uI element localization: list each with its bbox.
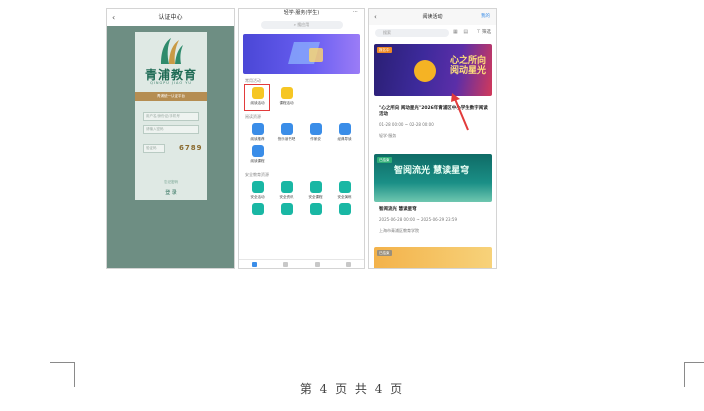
classic-guide-label: 经典导读	[337, 137, 352, 141]
course-activity-label: 课程活动	[279, 101, 294, 105]
activity-banner-2[interactable]: 已结束 智阅流光 慧读星穹	[374, 154, 492, 202]
reading-recommend-entry[interactable]: 阅读推荐	[243, 120, 272, 142]
safety-activity-entry[interactable]: 安全活动	[243, 178, 272, 200]
book-icon	[251, 123, 264, 135]
filter-icon: ⊤	[476, 30, 481, 35]
activity-banner-3[interactable]: 已结束	[374, 247, 492, 268]
services-search-placeholder: 搜应用	[297, 22, 310, 27]
activities-title: 阅读活动	[422, 14, 443, 20]
safety-grid: 安全活动 安全资讯 安全课程 安全演练	[239, 178, 364, 200]
login-screen: ‹ 认证中心 青浦教育 QINGPU JIAO YU 青浦统一认证平台 用户名/…	[106, 8, 235, 269]
safety-more-entry-3[interactable]	[301, 200, 330, 215]
course-activity-entry[interactable]: 课程活动	[272, 84, 301, 106]
status-badge: 报名中	[377, 47, 392, 53]
login-card: 青浦教育 QINGPU JIAO YU 青浦统一认证平台 用户名/身份证/手机号…	[135, 32, 207, 200]
settings-icon	[338, 203, 351, 215]
status-badge: 已结束	[377, 250, 392, 256]
services-screen: 轻学·服务(学生) ⋯ ⌕ 搜应用 常用活动 阅读活动 课程活动 阅读资源 阅读…	[238, 8, 365, 269]
reading-course-entry[interactable]: 阅读课程	[243, 142, 272, 164]
captcha-image[interactable]: 6789	[179, 144, 202, 152]
author-talk-label: 作家说	[310, 137, 321, 141]
login-background: 青浦教育 QINGPU JIAO YU 青浦统一认证平台 用户名/身份证/手机号…	[107, 26, 234, 268]
runner-icon	[309, 181, 322, 193]
happy-reading-entry[interactable]: 快乐读书吧	[272, 120, 301, 142]
activity-date: 01-28 00:00 ~ 02-28 00:00	[379, 122, 434, 127]
login-button[interactable]: 登 录	[135, 189, 207, 196]
safety-more-entry-4[interactable]	[330, 200, 359, 215]
username-input[interactable]: 用户名/身份证/手机号	[143, 112, 199, 121]
activities-search-input[interactable]: 搜索	[375, 29, 449, 37]
news-icon	[280, 181, 293, 193]
brand-pinyin: QINGPU JIAO YU	[150, 81, 192, 85]
more-icon[interactable]: ⋯	[353, 9, 358, 16]
phone-icon	[309, 203, 322, 215]
highlight-box	[244, 84, 270, 111]
login-title: 认证中心	[158, 14, 183, 21]
view-toggle-icons[interactable]: ▦ ▤	[453, 29, 470, 35]
forgot-password-link[interactable]: 忘记密码	[135, 180, 207, 185]
tab-message-icon[interactable]	[283, 261, 289, 267]
folder-icon	[251, 203, 264, 215]
activity-title[interactable]: "心之所向 阅动星光"2026年青浦区中小学生数字阅读活动	[379, 106, 491, 118]
filter-label: 筛选	[482, 30, 491, 35]
reading-activity-entry[interactable]: 阅读活动	[243, 84, 272, 111]
moon-icon	[414, 60, 436, 82]
qingpu-logo-icon	[161, 38, 183, 64]
mine-link[interactable]: 我的	[481, 9, 490, 25]
activity-banner-text: 心之所向 阅动星光	[449, 56, 486, 76]
safety-news-entry[interactable]: 安全资讯	[272, 178, 301, 200]
happy-reading-label: 快乐读书吧	[277, 137, 296, 141]
safety-course-entry[interactable]: 安全课程	[301, 178, 330, 200]
activity-organizer: 上海市青浦区教育学院	[379, 228, 419, 233]
services-banner[interactable]	[243, 34, 360, 74]
course-activity-icon	[280, 87, 293, 99]
book-icon	[280, 123, 293, 135]
reading-course-label: 阅读课程	[250, 159, 265, 163]
back-icon[interactable]: ‹	[374, 9, 377, 25]
platform-band: 青浦统一认证平台	[135, 92, 207, 101]
activities-header: ‹ 阅读活动 我的	[369, 9, 496, 25]
author-talk-entry[interactable]: 作家说	[301, 120, 330, 142]
safety-grid-row2	[239, 200, 364, 215]
activity-organizer: 轻学·服务	[379, 133, 397, 138]
activity-banner-text: 智阅流光 慧读星穹	[394, 166, 470, 176]
safety-more-entry-1[interactable]	[243, 200, 272, 215]
mail-icon	[280, 203, 293, 215]
red-arrow-icon	[451, 93, 469, 131]
tab-profile-icon[interactable]	[345, 261, 351, 267]
captcha-input[interactable]: 验证码	[143, 144, 165, 153]
course-icon	[251, 145, 264, 157]
safety-drill-entry[interactable]: 安全演练	[330, 178, 359, 200]
tab-home-icon[interactable]	[252, 261, 258, 267]
reading-resources-grid: 阅读推荐 快乐读书吧 作家说 经典导读	[239, 120, 364, 142]
services-header: 轻学·服务(学生) ⋯	[239, 9, 364, 16]
services-search-input[interactable]: ⌕ 搜应用	[260, 21, 343, 29]
classic-guide-entry[interactable]: 经典导读	[330, 120, 359, 142]
activity-date: 2025-06-28 00:00 ~ 2025-06-29 23:59	[379, 217, 457, 222]
services-title: 轻学·服务(学生)	[283, 10, 320, 16]
activity-banner-1[interactable]: 报名中 心之所向 阅动星光	[374, 44, 492, 96]
safety-more-entry-2[interactable]	[272, 200, 301, 215]
alarm-icon	[338, 181, 351, 193]
shield-icon	[251, 181, 264, 193]
person-icon	[338, 123, 351, 135]
reading-resources-grid-row2: 阅读课程	[239, 142, 364, 164]
back-icon[interactable]: ‹	[112, 9, 115, 26]
common-activities-grid: 阅读活动 课程活动	[239, 84, 364, 111]
reading-activities-screen: ‹ 阅读活动 我的 搜索 ▦ ▤ ⊤ 筛选 报名中 心之所向 阅动星光 "心之所…	[368, 8, 497, 269]
activity-title[interactable]: 智阅流光 慧读星穹	[379, 207, 491, 213]
pen-icon	[309, 123, 322, 135]
password-input[interactable]: 请输入密码	[143, 125, 199, 134]
bottom-tab-bar	[239, 259, 364, 268]
tab-task-icon[interactable]	[314, 261, 320, 267]
filter-button[interactable]: ⊤ 筛选	[477, 29, 491, 35]
status-badge: 已结束	[377, 157, 392, 163]
login-header: ‹ 认证中心	[107, 9, 234, 26]
page-number: 第 4 页 共 4 页	[299, 382, 405, 396]
